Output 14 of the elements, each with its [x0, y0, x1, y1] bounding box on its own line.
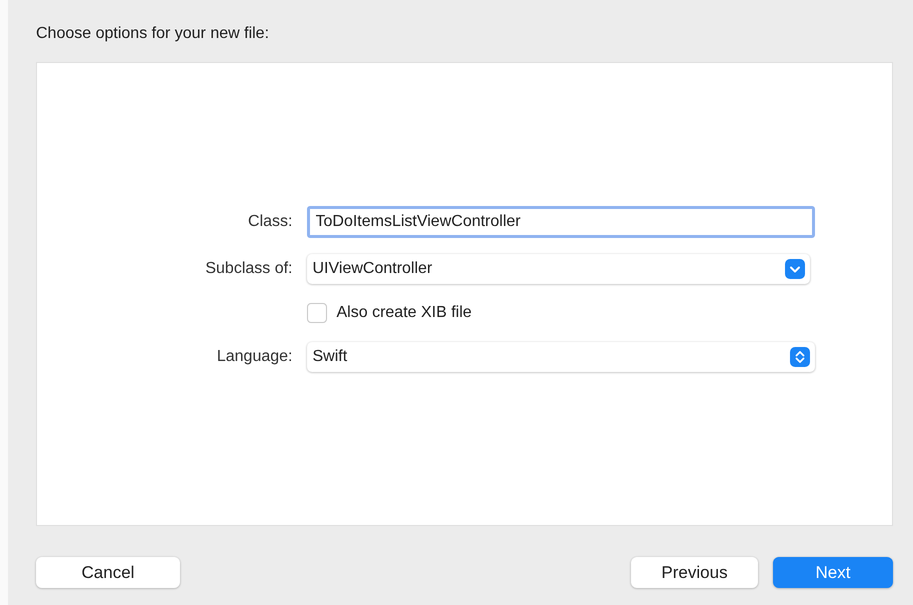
up-down-chevron-icon [790, 347, 810, 367]
field-label: Subclass of: [205, 260, 292, 277]
dialog-button[interactable]: Previous [631, 557, 758, 588]
field-label: Class: [248, 213, 292, 230]
sheet-heading: Choose options for your new file: [36, 25, 270, 44]
dialog-button[interactable]: Cancel [36, 557, 180, 588]
field-label: Language: [216, 348, 292, 365]
popup-field[interactable]: Swift [306, 342, 814, 372]
chevron-down-icon [784, 259, 804, 279]
checkbox[interactable] [306, 303, 326, 323]
dialog-button[interactable]: Next [773, 557, 893, 588]
input-field[interactable]: ToDoItemsListViewController [306, 206, 814, 238]
dropdown-field[interactable]: UIViewController [306, 254, 810, 284]
checkbox-label: Also create XIB file [336, 304, 472, 322]
